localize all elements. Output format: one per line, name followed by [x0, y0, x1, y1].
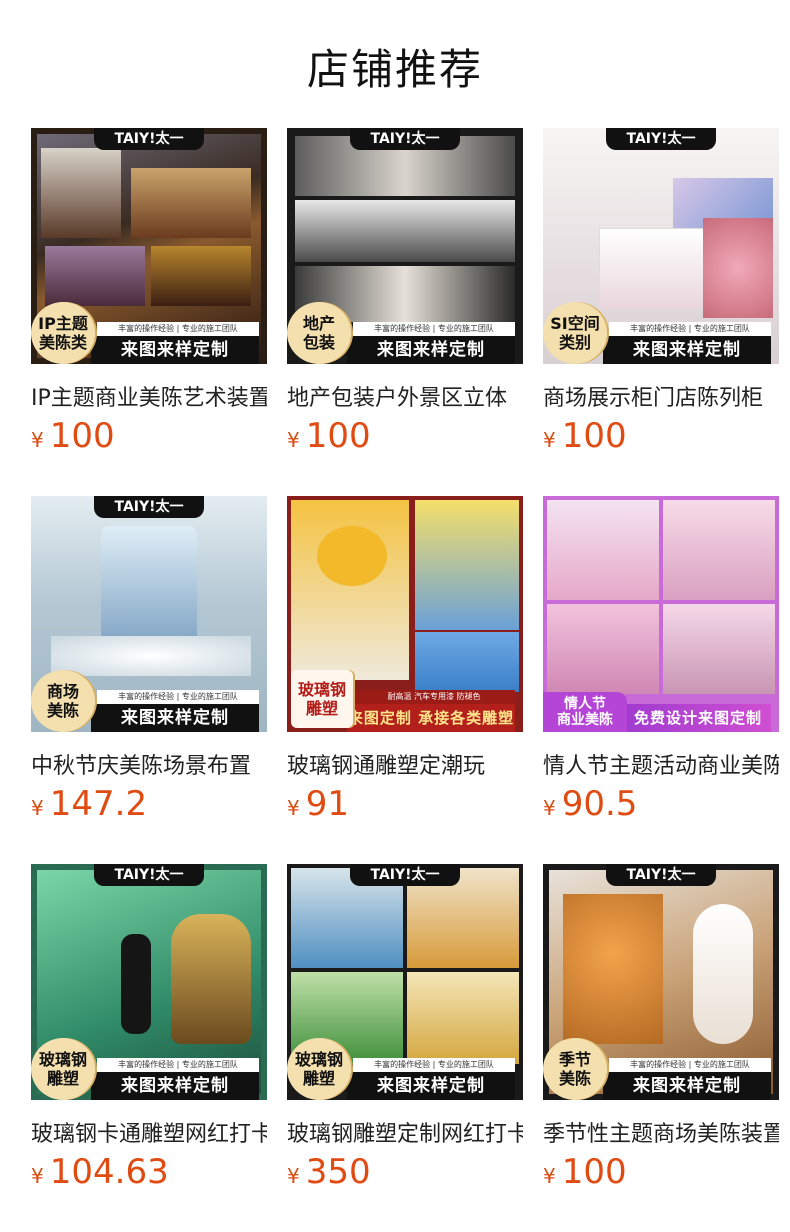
product-price: ¥100	[543, 416, 627, 456]
product-card[interactable]: TAIY!太一 丰富的操作经验 | 专业的施工团队 来图来样定制 IP主题 美陈…	[31, 128, 267, 456]
product-card[interactable]: TAIY!太一 丰富的操作经验 | 专业的施工团队 来图来样定制 季节 美陈 季…	[543, 864, 779, 1192]
currency-symbol: ¥	[287, 1164, 300, 1188]
price-amount: 104.63	[49, 1152, 169, 1192]
product-image[interactable]: 免费设计来图定制 情人节 商业美陈	[543, 496, 779, 732]
brand-badge: TAIY!太一	[94, 864, 204, 886]
banner-subtext: 丰富的操作经验 | 专业的施工团队	[609, 322, 771, 336]
banner-main-text: 来图来样定制	[91, 336, 259, 364]
product-name[interactable]: 玻璃钢通雕塑定潮玩	[287, 748, 523, 780]
category-badge: 季节 美陈	[543, 1038, 607, 1100]
product-name[interactable]: 地产包装户外景区立体	[287, 380, 523, 412]
price-amount: 100	[561, 1152, 627, 1192]
product-image[interactable]: TAIY!太一 丰富的操作经验 | 专业的施工团队 来图来样定制 玻璃钢 雕塑	[287, 864, 523, 1100]
banner-main-text: 来图来样定制	[347, 1072, 515, 1100]
price-amount: 91	[305, 784, 349, 824]
banner-main-text: 来图来样定制	[603, 336, 771, 364]
brand-badge: TAIY!太一	[94, 128, 204, 150]
product-name[interactable]: 季节性主题商场美陈装置	[543, 1116, 779, 1148]
category-badge: SI空间 类别	[543, 302, 607, 364]
product-image[interactable]: 耐高温 汽车专用漆 防褪色 来图定制 承接各类雕塑 玻璃钢 雕塑	[287, 496, 523, 732]
price-amount: 100	[49, 416, 115, 456]
banner-main-text: 免费设计来图定制	[625, 704, 771, 732]
product-image[interactable]: TAIY!太一 丰富的操作经验 | 专业的施工团队 来图来样定制 玻璃钢 雕塑	[31, 864, 267, 1100]
currency-symbol: ¥	[31, 1164, 44, 1188]
currency-symbol: ¥	[31, 796, 44, 820]
product-name[interactable]: IP主题商业美陈艺术装置	[31, 380, 267, 412]
product-card[interactable]: TAIY!太一 丰富的操作经验 | 专业的施工团队 来图来样定制 地产 包装 地…	[287, 128, 523, 456]
product-card[interactable]: 耐高温 汽车专用漆 防褪色 来图定制 承接各类雕塑 玻璃钢 雕塑 玻璃钢通雕塑定…	[287, 496, 523, 824]
price-amount: 90.5	[561, 784, 638, 824]
page-title: 店铺推荐	[306, 45, 483, 94]
category-badge: 商场 美陈	[31, 670, 95, 732]
currency-symbol: ¥	[287, 796, 300, 820]
product-image[interactable]: TAIY!太一 丰富的操作经验 | 专业的施工团队 来图来样定制 季节 美陈	[543, 864, 779, 1100]
brand-badge: TAIY!太一	[606, 864, 716, 886]
product-name[interactable]: 中秋节庆美陈场景布置	[31, 748, 267, 780]
product-card[interactable]: TAIY!太一 丰富的操作经验 | 专业的施工团队 来图来样定制 玻璃钢 雕塑 …	[287, 864, 523, 1192]
brand-badge: TAIY!太一	[350, 864, 460, 886]
brand-badge: TAIY!太一	[350, 128, 460, 150]
brand-badge: TAIY!太一	[606, 128, 716, 150]
price-amount: 100	[305, 416, 371, 456]
banner-main-text: 来图来样定制	[91, 1072, 259, 1100]
banner-main-text: 来图来样定制	[347, 336, 515, 364]
product-price: ¥90.5	[543, 784, 637, 824]
product-price: ¥100	[287, 416, 371, 456]
product-name[interactable]: 情人节主题活动商业美陈	[543, 748, 779, 780]
product-image[interactable]: TAIY!太一 丰富的操作经验 | 专业的施工团队 来图来样定制 商场 美陈	[31, 496, 267, 732]
product-price: ¥100	[31, 416, 115, 456]
price-amount: 350	[305, 1152, 371, 1192]
category-badge: 玻璃钢 雕塑	[291, 670, 353, 728]
store-recommendations-page: 店铺推荐 TAIY!太一 丰富的操作经验 | 专业的施工团队 来图来样定制 IP…	[0, 0, 790, 1232]
banner-subtext: 耐高温 汽车专用漆 防褪色	[353, 690, 515, 704]
currency-symbol: ¥	[543, 1164, 556, 1188]
product-price: ¥104.63	[31, 1152, 169, 1192]
product-price: ¥100	[543, 1152, 627, 1192]
product-price: ¥91	[287, 784, 349, 824]
banner-subtext: 丰富的操作经验 | 专业的施工团队	[97, 322, 259, 336]
product-image[interactable]: TAIY!太一 丰富的操作经验 | 专业的施工团队 来图来样定制 地产 包装	[287, 128, 523, 364]
currency-symbol: ¥	[543, 428, 556, 452]
product-card[interactable]: TAIY!太一 丰富的操作经验 | 专业的施工团队 来图来样定制 玻璃钢 雕塑 …	[31, 864, 267, 1192]
currency-symbol: ¥	[31, 428, 44, 452]
product-name[interactable]: 玻璃钢卡通雕塑网红打卡	[31, 1116, 267, 1148]
category-badge: 玻璃钢 雕塑	[287, 1038, 351, 1100]
banner-main-text: 来图来样定制	[603, 1072, 771, 1100]
product-name[interactable]: 玻璃钢雕塑定制网红打卡	[287, 1116, 523, 1148]
banner-subtext: 丰富的操作经验 | 专业的施工团队	[97, 1058, 259, 1072]
category-badge: IP主题 美陈类	[31, 302, 95, 364]
product-name[interactable]: 商场展示柜门店陈列柜	[543, 380, 779, 412]
product-card[interactable]: TAIY!太一 丰富的操作经验 | 专业的施工团队 来图来样定制 商场 美陈 中…	[31, 496, 267, 824]
product-image[interactable]: TAIY!太一 丰富的操作经验 | 专业的施工团队 来图来样定制 IP主题 美陈…	[31, 128, 267, 364]
price-amount: 147.2	[49, 784, 148, 824]
currency-symbol: ¥	[543, 796, 556, 820]
product-image[interactable]: TAIY!太一 丰富的操作经验 | 专业的施工团队 来图来样定制 SI空间 类别	[543, 128, 779, 364]
banner-subtext: 丰富的操作经验 | 专业的施工团队	[353, 1058, 515, 1072]
banner-main-text: 来图定制 承接各类雕塑	[347, 704, 515, 732]
banner-subtext: 丰富的操作经验 | 专业的施工团队	[353, 322, 515, 336]
banner-subtext: 丰富的操作经验 | 专业的施工团队	[97, 690, 259, 704]
price-amount: 100	[561, 416, 627, 456]
currency-symbol: ¥	[287, 428, 300, 452]
category-badge: 地产 包装	[287, 302, 351, 364]
banner-main-text: 来图来样定制	[91, 704, 259, 732]
brand-badge: TAIY!太一	[94, 496, 204, 518]
category-badge: 玻璃钢 雕塑	[31, 1038, 95, 1100]
product-card[interactable]: 免费设计来图定制 情人节 商业美陈 情人节主题活动商业美陈 ¥90.5	[543, 496, 779, 824]
category-badge: 情人节 商业美陈	[543, 692, 627, 732]
product-card[interactable]: TAIY!太一 丰富的操作经验 | 专业的施工团队 来图来样定制 SI空间 类别…	[543, 128, 779, 456]
product-price: ¥147.2	[31, 784, 147, 824]
product-price: ¥350	[287, 1152, 371, 1192]
banner-subtext: 丰富的操作经验 | 专业的施工团队	[609, 1058, 771, 1072]
